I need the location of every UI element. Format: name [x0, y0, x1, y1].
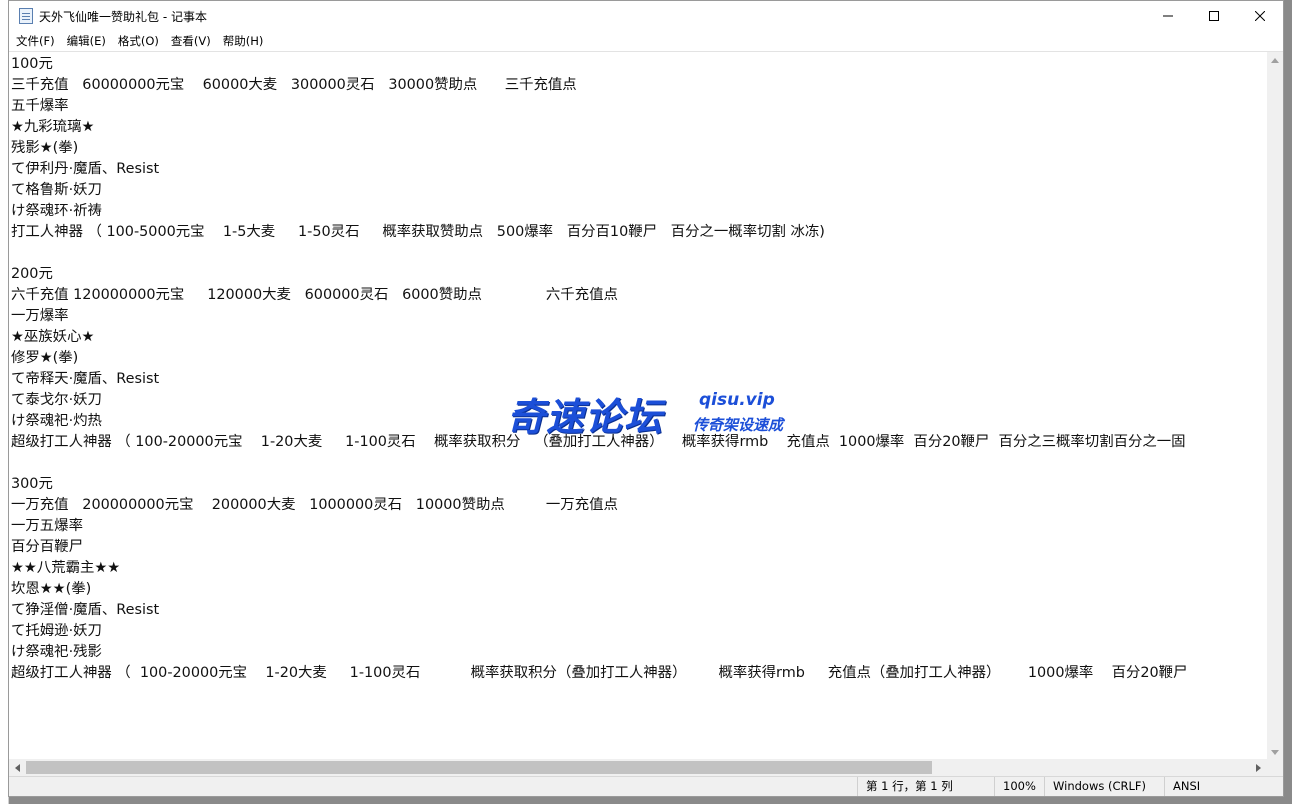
zoom-level: 100%	[994, 777, 1036, 796]
window-controls	[1145, 1, 1283, 31]
horizontal-scrollbar[interactable]	[9, 759, 1267, 776]
chevron-down-icon	[1271, 749, 1279, 755]
maximize-button[interactable]	[1191, 1, 1237, 31]
encoding: ANSI	[1164, 777, 1200, 796]
text-line[interactable]: て格鲁斯·妖刀	[11, 180, 1265, 201]
menu-help[interactable]: 帮助(H)	[218, 31, 269, 51]
text-line[interactable]: 坎恩★★(拳)	[11, 579, 1265, 600]
close-button[interactable]	[1237, 1, 1283, 31]
scroll-up-button[interactable]	[1267, 52, 1283, 68]
menu-view[interactable]: 查看(V)	[166, 31, 216, 51]
text-line[interactable]: て泰戈尔·妖刀	[11, 390, 1265, 411]
text-line[interactable]: 五千爆率	[11, 96, 1265, 117]
chevron-left-icon	[15, 763, 20, 772]
cursor-position: 第 1 行，第 1 列	[857, 777, 953, 796]
text-line[interactable]: け祭魂祀·残影	[11, 642, 1265, 663]
scroll-right-button[interactable]	[1250, 759, 1267, 776]
vertical-scrollbar[interactable]	[1267, 52, 1283, 760]
line-ending: Windows (CRLF)	[1044, 777, 1146, 796]
maximize-icon	[1209, 11, 1219, 21]
text-line[interactable]: て托姆逊·妖刀	[11, 621, 1265, 642]
window-title: 天外飞仙唯一赞助礼包 - 记事本	[39, 9, 207, 24]
horizontal-scroll-thumb[interactable]	[26, 761, 932, 774]
close-icon	[1255, 11, 1265, 21]
text-line[interactable]: 超级打工人神器 （ 100-20000元宝 1-20大麦 1-100灵石 概率获…	[11, 663, 1265, 684]
minimize-icon	[1163, 15, 1173, 17]
text-editor[interactable]: 100元 三千充值 60000000元宝 60000大麦 300000灵石 300…	[9, 51, 1283, 760]
text-line[interactable]	[11, 243, 1265, 264]
notepad-window: 天外飞仙唯一赞助礼包 - 记事本 文件(F) 编辑(E) 格式(O) 查看(V)…	[8, 0, 1284, 797]
notepad-icon	[19, 8, 33, 24]
text-line[interactable]: 百分百鞭尸	[11, 537, 1265, 558]
text-line[interactable]: 100元	[11, 54, 1265, 75]
text-line[interactable]: 300元	[11, 474, 1265, 495]
text-line[interactable]: ★九彩琉璃★	[11, 117, 1265, 138]
scrollbar-corner	[1267, 759, 1283, 776]
text-line[interactable]: け祭魂环·祈祷	[11, 201, 1265, 222]
text-line[interactable]: ★★八荒霸主★★	[11, 558, 1265, 579]
text-line[interactable]: 残影★(拳)	[11, 138, 1265, 159]
text-line[interactable]: 一万爆率	[11, 306, 1265, 327]
menu-format[interactable]: 格式(O)	[113, 31, 164, 51]
menu-file[interactable]: 文件(F)	[11, 31, 60, 51]
text-line[interactable]: 200元	[11, 264, 1265, 285]
text-line[interactable]: 六千充值 120000000元宝 120000大麦 600000灵石 6000赞…	[11, 285, 1265, 306]
text-line[interactable]: ★巫族妖心★	[11, 327, 1265, 348]
text-line[interactable]	[11, 453, 1265, 474]
status-bar: 第 1 行，第 1 列 100% Windows (CRLF) ANSI	[9, 776, 1283, 796]
text-line[interactable]: 一万五爆率	[11, 516, 1265, 537]
editor-content[interactable]: 100元 三千充值 60000000元宝 60000大麦 300000灵石 300…	[11, 54, 1265, 758]
chevron-right-icon	[1256, 763, 1261, 772]
scroll-down-button[interactable]	[1267, 744, 1283, 760]
menu-bar: 文件(F) 编辑(E) 格式(O) 查看(V) 帮助(H)	[9, 31, 1283, 51]
text-line[interactable]: 修罗★(拳)	[11, 348, 1265, 369]
text-line[interactable]: て伊利丹·魔盾、Resist	[11, 159, 1265, 180]
chevron-up-icon	[1271, 57, 1279, 63]
text-line[interactable]: け祭魂祀·灼热	[11, 411, 1265, 432]
text-line[interactable]: 三千充值 60000000元宝 60000大麦 300000灵石 30000赞助…	[11, 75, 1265, 96]
text-line[interactable]: 打工人神器 （ 100-5000元宝 1-5大麦 1-50灵石 概率获取赞助点 …	[11, 222, 1265, 243]
minimize-button[interactable]	[1145, 1, 1191, 31]
text-line[interactable]: 一万充值 200000000元宝 200000大麦 1000000灵石 1000…	[11, 495, 1265, 516]
text-line[interactable]: 超级打工人神器 （ 100-20000元宝 1-20大麦 1-100灵石 概率获…	[11, 432, 1265, 453]
menu-edit[interactable]: 编辑(E)	[62, 31, 111, 51]
scroll-left-button[interactable]	[9, 759, 26, 776]
text-line[interactable]: て狰淫僧·魔盾、Resist	[11, 600, 1265, 621]
text-line[interactable]: て帝释天·魔盾、Resist	[11, 369, 1265, 390]
title-bar[interactable]: 天外飞仙唯一赞助礼包 - 记事本	[9, 1, 1283, 31]
